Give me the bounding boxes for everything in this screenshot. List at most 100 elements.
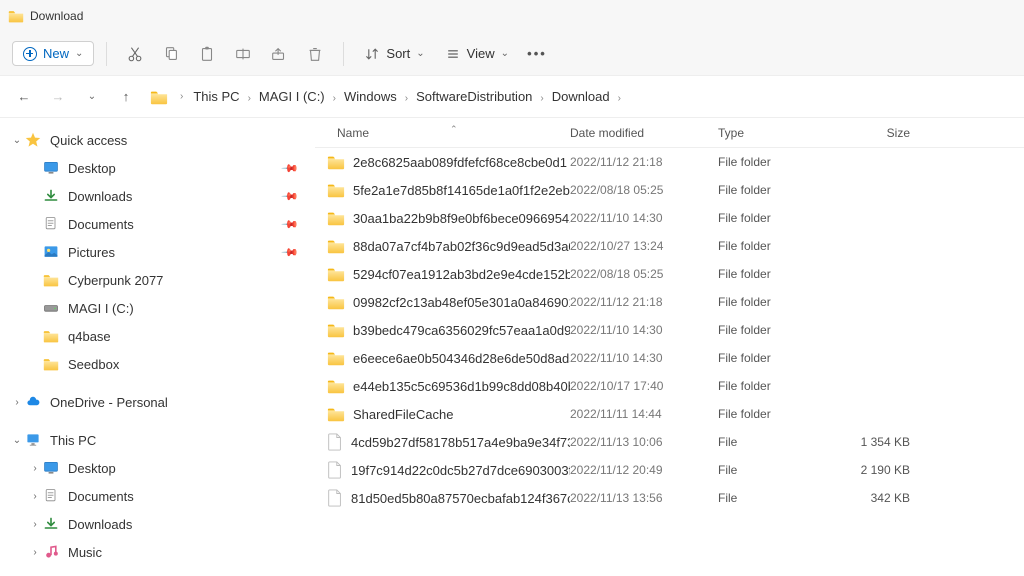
column-headers: Name⌃ Date modified Type Size (315, 118, 1024, 148)
folder-icon (327, 237, 345, 255)
sidebar-item[interactable]: ›Downloads (0, 510, 315, 538)
file-icon (327, 433, 343, 451)
chevron-down-icon: ⌄ (501, 48, 509, 59)
separator (343, 42, 344, 66)
column-size[interactable]: Size (838, 126, 918, 140)
sidebar-item[interactable]: Pictures📌 (0, 238, 315, 266)
column-name[interactable]: Name⌃ (315, 126, 570, 140)
arrow-up-icon: ↑ (123, 89, 130, 104)
sort-icon (364, 46, 380, 62)
breadcrumb-item[interactable]: MAGI I (C:) (255, 87, 329, 106)
window-title: Download (30, 9, 83, 23)
sidebar-quick-access[interactable]: ⌄ Quick access (0, 126, 315, 154)
desktop-icon (42, 459, 60, 477)
view-button[interactable]: View ⌄ (437, 42, 517, 66)
sidebar-item-label: q4base (68, 329, 111, 344)
separator (106, 42, 107, 66)
more-button[interactable]: ••• (521, 38, 553, 70)
folder-icon (150, 88, 168, 106)
sidebar-item[interactable]: Seedbox (0, 350, 315, 378)
chevron-right-icon: › (536, 93, 547, 104)
file-row[interactable]: e44eb135c5c69536d1b99c8dd08b40bf2022/10/… (315, 372, 1024, 400)
sidebar-item[interactable]: MAGI I (C:) (0, 294, 315, 322)
column-type[interactable]: Type (718, 126, 838, 140)
sidebar-this-pc[interactable]: ⌄ This PC (0, 426, 315, 454)
drive-icon (42, 299, 60, 317)
folder-icon (42, 271, 60, 289)
folder-icon (327, 181, 345, 199)
rename-button[interactable] (227, 38, 259, 70)
sidebar-item[interactable]: Documents📌 (0, 210, 315, 238)
file-row[interactable]: 5294cf07ea1912ab3bd2e9e4cde152b12022/08/… (315, 260, 1024, 288)
file-date: 2022/11/10 14:30 (570, 351, 718, 365)
file-row[interactable]: 09982cf2c13ab48ef05e301a0a8469012022/11/… (315, 288, 1024, 316)
file-name: 30aa1ba22b9b8f9e0bf6bece09669542 (353, 211, 570, 226)
back-button[interactable]: ← (10, 83, 38, 111)
new-button[interactable]: New ⌄ (12, 41, 94, 66)
column-date[interactable]: Date modified (570, 126, 718, 140)
breadcrumb[interactable]: › This PC›MAGI I (C:)›Windows›SoftwareDi… (150, 88, 1014, 106)
file-row[interactable]: SharedFileCache2022/11/11 14:44File fold… (315, 400, 1024, 428)
view-label: View (467, 46, 495, 61)
file-row[interactable]: b39bedc479ca6356029fc57eaa1a0d9c2022/11/… (315, 316, 1024, 344)
file-row[interactable]: e6eece6ae0b504346d28e6de50d8ad502022/11/… (315, 344, 1024, 372)
sidebar-onedrive[interactable]: › OneDrive - Personal (0, 388, 315, 416)
file-type: File folder (718, 211, 838, 225)
sidebar-item[interactable]: ›Music (0, 538, 315, 566)
arrow-right-icon: → (52, 89, 65, 104)
folder-icon (327, 293, 345, 311)
file-row[interactable]: 81d50ed5b80a87570ecbafab124f367c165796ba… (315, 484, 1024, 512)
recent-button[interactable]: ⌄ (78, 83, 106, 111)
breadcrumb-item[interactable]: This PC (189, 87, 243, 106)
cloud-icon (24, 393, 42, 411)
sort-button[interactable]: Sort ⌄ (356, 42, 432, 66)
pin-icon: 📌 (281, 243, 300, 262)
sidebar-item[interactable]: ›Desktop (0, 454, 315, 482)
file-row[interactable]: 2e8c6825aab089fdfefcf68ce8cbe0d12022/11/… (315, 148, 1024, 176)
paste-icon (198, 45, 216, 63)
folder-icon (327, 209, 345, 227)
file-row[interactable]: 4cd59b27df58178b517a4e9ba9e34f7307434c65… (315, 428, 1024, 456)
paste-button[interactable] (191, 38, 223, 70)
forward-button[interactable]: → (44, 83, 72, 111)
file-date: 2022/11/11 14:44 (570, 407, 718, 421)
sidebar-item[interactable]: ›Documents (0, 482, 315, 510)
sort-indicator-icon: ⌃ (450, 124, 458, 135)
file-date: 2022/11/10 14:30 (570, 211, 718, 225)
sidebar-item[interactable]: Desktop📌 (0, 154, 315, 182)
file-row[interactable]: 19f7c914d22c0dc5b27d7dce6903003fa13ef533… (315, 456, 1024, 484)
documents-icon (42, 487, 60, 505)
chevron-right-icon: › (401, 93, 412, 104)
up-button[interactable]: ↑ (112, 83, 140, 111)
desktop-icon (42, 159, 60, 177)
sidebar-item-label: Desktop (68, 461, 116, 476)
file-size: 1 354 KB (838, 435, 918, 449)
copy-button[interactable] (155, 38, 187, 70)
trash-icon (306, 45, 324, 63)
folder-icon (327, 265, 345, 283)
share-button[interactable] (263, 38, 295, 70)
cut-button[interactable] (119, 38, 151, 70)
breadcrumb-item[interactable]: Download (548, 87, 614, 106)
file-name: e44eb135c5c69536d1b99c8dd08b40bf (353, 379, 570, 394)
file-row[interactable]: 88da07a7cf4b7ab02f36c9d9ead5d3a02022/10/… (315, 232, 1024, 260)
file-row[interactable]: 5fe2a1e7d85b8f14165de1a0f1f2e2eb2022/08/… (315, 176, 1024, 204)
sidebar-item[interactable]: q4base (0, 322, 315, 350)
file-name: 09982cf2c13ab48ef05e301a0a846901 (353, 295, 570, 310)
breadcrumb-item[interactable]: SoftwareDistribution (412, 87, 536, 106)
file-row[interactable]: 30aa1ba22b9b8f9e0bf6bece096695422022/11/… (315, 204, 1024, 232)
file-type: File folder (718, 183, 838, 197)
pictures-icon (42, 243, 60, 261)
sidebar-item[interactable]: Downloads📌 (0, 182, 315, 210)
file-date: 2022/11/13 13:56 (570, 491, 718, 505)
file-date: 2022/08/18 05:25 (570, 267, 718, 281)
file-type: File folder (718, 407, 838, 421)
sidebar-item[interactable]: Cyberpunk 2077 (0, 266, 315, 294)
breadcrumb-item[interactable]: Windows (340, 87, 401, 106)
chevron-right-icon: › (28, 491, 42, 502)
chevron-right-icon: › (10, 397, 24, 408)
pin-icon: 📌 (281, 187, 300, 206)
delete-button[interactable] (299, 38, 331, 70)
pin-icon: 📌 (281, 159, 300, 178)
sidebar: ⌄ Quick access Desktop📌Downloads📌Documen… (0, 118, 315, 576)
